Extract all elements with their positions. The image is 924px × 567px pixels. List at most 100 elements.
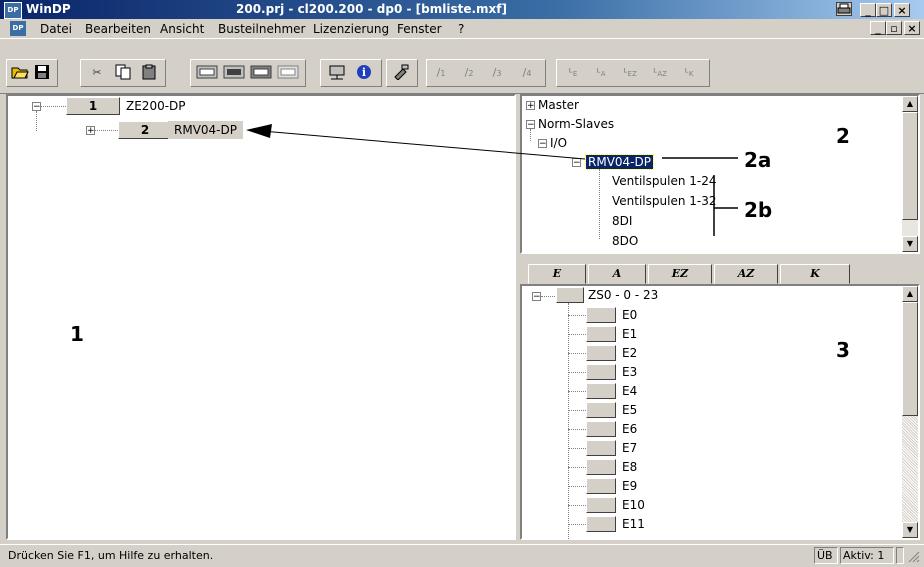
io-row-box[interactable] [586,459,616,475]
tree-child[interactable]: Ventilspulen 1-24 [612,174,716,188]
menu-datei[interactable]: Datei [40,22,72,36]
tree-child[interactable]: 8DO [612,234,638,248]
slot-2-label: 2 [468,69,474,78]
network-icon[interactable] [327,64,347,82]
scroll-down-button[interactable]: ▼ [902,236,918,252]
tab-e[interactable]: E [528,264,586,284]
expand-icon[interactable]: + [526,101,535,111]
tab-az[interactable]: AZ [714,264,778,284]
io-row-box[interactable] [586,345,616,361]
resize-grip-icon[interactable] [908,551,920,563]
tool-icon[interactable] [391,64,411,82]
slot-3-button[interactable]: /3 [487,64,507,82]
paste-icon[interactable] [139,64,159,82]
io-module-icon[interactable] [195,64,219,82]
open-icon[interactable] [10,64,30,82]
io-row-label: E3 [622,365,638,379]
node-2-label[interactable]: RMV04-DP [168,121,243,139]
child-minimize-button[interactable]: _ [870,21,886,35]
info-icon[interactable]: i [354,64,374,82]
menu-fenster[interactable]: Fenster [397,22,442,36]
io-row-box[interactable] [586,326,616,342]
io-row-box[interactable] [586,307,616,323]
tree-connector [568,334,586,335]
io-module-4-icon[interactable] [276,64,300,82]
type-a-button[interactable]: ᒻA [589,64,613,82]
slot-4-button[interactable]: /4 [517,64,537,82]
slot-2-button[interactable]: /2 [459,64,479,82]
io-row-box[interactable] [586,421,616,437]
catalog-scrollbar[interactable]: ▲ ▼ [902,96,918,252]
io-group-label[interactable]: ZS0 - 0 - 23 [588,288,658,302]
status-bar: Drücken Sie F1, um Hilfe zu erhalten. ÜB… [0,544,924,567]
node-1-number[interactable]: 1 [66,97,120,115]
tree-connector [568,303,569,539]
tree-norm-slaves[interactable]: Norm-Slaves [538,117,614,131]
callout-3: 3 [836,338,850,362]
windp-app-icon[interactable]: DP [4,2,22,19]
slot-1-button[interactable]: /1 [431,64,451,82]
title-bar[interactable]: DP WinDP 200.prj - cl200.200 - dp0 - [bm… [0,0,924,19]
cut-icon[interactable]: ✂ [87,64,107,82]
type-e-button[interactable]: ᒻE [561,64,585,82]
io-module-2-icon[interactable] [222,64,246,82]
type-ez-button[interactable]: ᒻEZ [617,64,643,82]
group-box[interactable] [556,287,584,303]
bus-tree-panel[interactable]: − 1 ZE200-DP + 2 RMV04-DP 1 [6,94,516,540]
io-module-3-icon[interactable] [249,64,273,82]
child-restore-button[interactable]: ▫ [886,21,902,35]
expand-icon[interactable]: + [86,126,95,136]
io-list-scrollbar[interactable]: ▲ ▼ [902,286,918,538]
node-2-number[interactable]: 2 [118,121,172,139]
type-k-button[interactable]: ᒻK [677,64,701,82]
scroll-thumb[interactable] [902,302,918,416]
maximize-button[interactable]: □ [876,3,892,17]
menu-bearbeiten[interactable]: Bearbeiten [85,22,151,36]
save-icon[interactable] [32,64,52,82]
collapse-icon[interactable]: − [538,139,547,149]
tree-child[interactable]: 8DI [612,214,632,228]
scroll-thumb[interactable] [902,112,918,220]
catalog-tree-panel[interactable]: + Master − Norm-Slaves − I/O − RMV04-DP … [520,94,920,254]
scroll-up-button[interactable]: ▲ [902,286,918,302]
scroll-down-button[interactable]: ▼ [902,522,918,538]
io-row-box[interactable] [586,402,616,418]
printer-icon[interactable] [836,2,852,16]
io-row-box[interactable] [586,516,616,532]
tab-k[interactable]: K [780,264,850,284]
menu-help[interactable]: ? [458,22,464,36]
node-1-label[interactable]: ZE200-DP [126,99,186,113]
tree-connector [36,111,37,131]
tree-connector [530,129,531,141]
tab-a[interactable]: A [588,264,646,284]
collapse-icon[interactable]: − [32,102,41,112]
tab-ez[interactable]: EZ [648,264,712,284]
io-row-box[interactable] [586,383,616,399]
type-a-label: A [600,70,606,78]
tree-child[interactable]: Ventilspulen 1-32 [612,194,716,208]
child-close-button[interactable]: × [904,21,920,35]
tree-master[interactable]: Master [538,98,579,112]
io-row-box[interactable] [586,364,616,380]
io-list-panel[interactable]: − ZS0 - 0 - 23 E0 E1 E2 E3 E4 E5 E6 E7 E8 E9 E10 E1… [520,284,920,540]
minimize-button[interactable]: _ [860,3,876,17]
io-row-box[interactable] [586,478,616,494]
io-row-box[interactable] [586,440,616,456]
tree-connector [541,296,555,297]
tree-io[interactable]: I/O [550,136,567,150]
menu-busteilnehmer[interactable]: Busteilnehmer [218,22,305,36]
collapse-icon[interactable]: − [526,120,535,130]
tree-selected-node[interactable]: RMV04-DP [585,154,654,170]
type-az-button[interactable]: ᒻAZ [647,64,673,82]
tree-connector [41,106,66,107]
copy-icon[interactable] [113,64,133,82]
status-message: Drücken Sie F1, um Hilfe zu erhalten. [8,549,214,562]
collapse-icon[interactable]: − [532,292,541,302]
document-icon[interactable]: DP [10,21,26,36]
scroll-up-button[interactable]: ▲ [902,96,918,112]
menu-ansicht[interactable]: Ansicht [160,22,204,36]
io-row-box[interactable] [586,497,616,513]
menu-lizenzierung[interactable]: Lizenzierung [313,22,389,36]
collapse-icon[interactable]: − [572,158,581,168]
close-button[interactable]: × [894,3,910,17]
